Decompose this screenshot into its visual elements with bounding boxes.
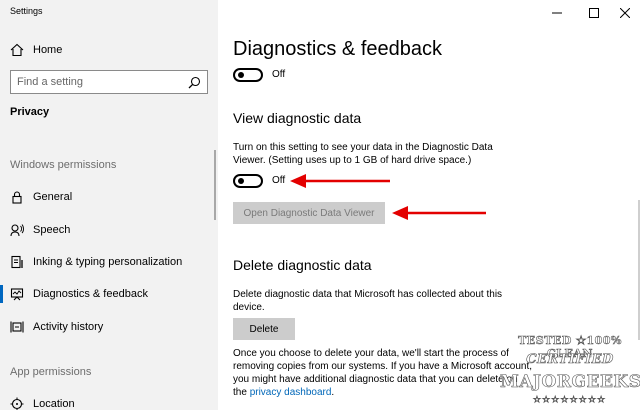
- sidebar-item-label: Inking & typing personalization: [33, 256, 183, 268]
- sidebar-item-label: Location: [33, 398, 75, 410]
- sidebar-item-general[interactable]: General: [0, 184, 218, 210]
- page-title: Diagnostics & feedback: [233, 38, 443, 60]
- document-pen-icon: [10, 255, 24, 269]
- sidebar: Home Privacy Windows permissions General…: [0, 0, 218, 410]
- view-diagnostic-toggle[interactable]: [233, 174, 263, 188]
- sidebar-item-diagnostics-feedback[interactable]: Diagnostics & feedback: [0, 281, 218, 307]
- diagnostics-toggle-state: Off: [272, 69, 286, 80]
- home-icon: [10, 43, 24, 57]
- diagnostics-icon: [10, 287, 24, 301]
- sidebar-item-inking-typing[interactable]: Inking & typing personalization: [0, 249, 218, 275]
- diagnostics-toggle[interactable]: [233, 68, 263, 82]
- delete-diagnostic-description: Delete diagnostic data that Microsoft ha…: [233, 289, 503, 313]
- view-diagnostic-description: Turn on this setting to see your data in…: [233, 142, 493, 166]
- section-label-app-permissions: App permissions: [10, 366, 92, 378]
- view-diagnostic-heading: View diagnostic data: [233, 110, 362, 126]
- watermark-line-3: MAJORGEEKS: [500, 372, 640, 393]
- watermark-line-2: CERTIFIED: [526, 352, 614, 368]
- majorgeeks-watermark: TESTED ★100% CLEAN CERTIFIED MAJORGEEKS …: [500, 328, 640, 410]
- window-title: Settings: [10, 6, 43, 16]
- section-label-windows-permissions: Windows permissions: [10, 159, 117, 171]
- activity-icon: [10, 320, 24, 334]
- delete-button[interactable]: Delete: [233, 318, 295, 340]
- delete-note-end: .: [331, 387, 335, 398]
- category-label: Privacy: [10, 106, 50, 118]
- delete-note: Once you choose to delete your data, we'…: [233, 347, 533, 399]
- annotation-arrow-icon: [392, 206, 486, 220]
- search-input[interactable]: [17, 74, 177, 90]
- sidebar-item-label: Speech: [33, 224, 71, 236]
- home-label: Home: [33, 44, 63, 56]
- sidebar-item-label: Diagnostics & feedback: [33, 288, 148, 300]
- annotation-arrow-icon: [290, 174, 390, 188]
- delete-diagnostic-heading: Delete diagnostic data: [233, 257, 372, 273]
- speech-icon: [10, 223, 24, 237]
- sidebar-item-label: General: [33, 191, 73, 203]
- sidebar-item-location[interactable]: Location: [0, 391, 218, 410]
- open-diagnostic-viewer-button[interactable]: Open Diagnostic Data Viewer: [233, 202, 385, 224]
- sidebar-item-activity-history[interactable]: Activity history: [0, 314, 218, 340]
- toggle-knob: [238, 72, 244, 78]
- sidebar-item-label: Activity history: [33, 321, 104, 333]
- location-icon: [10, 397, 24, 410]
- view-diagnostic-toggle-state: Off: [272, 175, 286, 186]
- search-icon[interactable]: [188, 76, 201, 89]
- home-nav-item[interactable]: Home: [0, 37, 218, 63]
- toggle-knob: [238, 178, 244, 184]
- lock-icon: [10, 190, 24, 204]
- privacy-dashboard-link[interactable]: privacy dashboard: [250, 387, 332, 398]
- watermark-stars: ★★★★★★★★: [533, 394, 607, 405]
- sidebar-item-speech[interactable]: Speech: [0, 217, 218, 243]
- search-box[interactable]: [10, 70, 208, 94]
